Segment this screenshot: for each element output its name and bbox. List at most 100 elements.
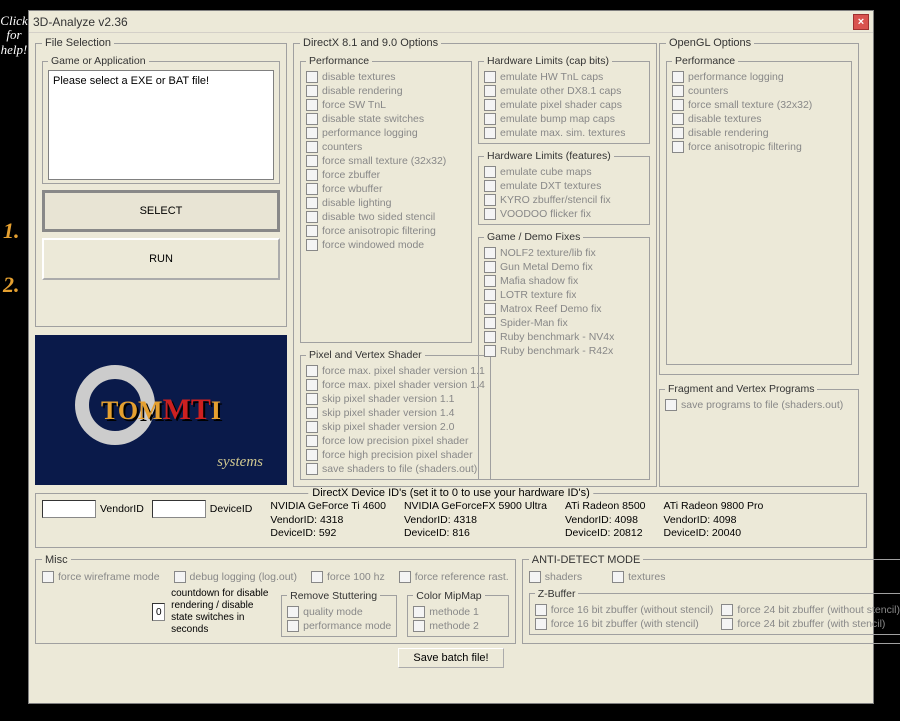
countdown-input[interactable]: 0 — [152, 603, 165, 621]
dx-perf-checkbox-9[interactable]: disable lighting — [306, 196, 466, 210]
dx-gamefix-checkbox-1[interactable]: Gun Metal Demo fix — [484, 260, 644, 274]
dx-pvs-checkbox-0[interactable]: force max. pixel shader version 1.1 — [306, 364, 485, 378]
dx-gamefix-checkbox-3[interactable]: LOTR texture fix — [484, 288, 644, 302]
dx-hwfeat-checkbox-2[interactable]: KYRO zbuffer/stencil fix — [484, 193, 644, 207]
dx-gamefix-checkbox-0[interactable]: NOLF2 texture/lib fix — [484, 246, 644, 260]
debug-log-checkbox[interactable]: debug logging (log.out) — [174, 570, 297, 584]
dx-perf-checkbox-4[interactable]: performance logging — [306, 126, 466, 140]
dx-hwcaps-checkbox-2[interactable]: emulate pixel shader caps — [484, 98, 644, 112]
checkbox-label: force anisotropic filtering — [688, 141, 802, 153]
main-window: 3D-Analyze v2.36 × File Selection Game o… — [28, 10, 874, 704]
dx-perf-checkbox-2[interactable]: force SW TnL — [306, 98, 466, 112]
save-batch-button[interactable]: Save batch file! — [398, 648, 503, 668]
run-button[interactable]: RUN — [42, 238, 280, 280]
dx-pvs-checkbox-2[interactable]: skip pixel shader version 1.1 — [306, 392, 485, 406]
gl-perf-checkbox-3[interactable]: disable textures — [672, 112, 846, 126]
dx-hwfeat-checkbox-0[interactable]: emulate cube maps — [484, 165, 644, 179]
dx-hwcaps-checkbox-1[interactable]: emulate other DX8.1 caps — [484, 84, 644, 98]
dx-hwfeat-checkbox-1[interactable]: emulate DXT textures — [484, 179, 644, 193]
stutter-legend: Remove Stuttering — [287, 590, 380, 602]
checkbox-label: methode 2 — [429, 620, 479, 632]
dx-pvs-checkbox-5[interactable]: force low precision pixel shader — [306, 434, 485, 448]
dx-hwfeat-checkbox-3[interactable]: VOODOO flicker fix — [484, 207, 644, 221]
checkbox-icon — [484, 317, 496, 329]
gl-frag-checkbox-0[interactable]: save programs to file (shaders.out) — [665, 398, 853, 412]
dx-gamefix-checkbox-6[interactable]: Ruby benchmark - NV4x — [484, 330, 644, 344]
gl-perf-checkbox-0[interactable]: performance logging — [672, 70, 846, 84]
checkbox-icon — [672, 127, 684, 139]
checkbox-label: force max. pixel shader version 1.4 — [322, 379, 485, 391]
logo-image: TOMMTI systems — [35, 335, 287, 485]
checkbox-label: disable rendering — [688, 127, 769, 139]
dx-perf-checkbox-0[interactable]: disable textures — [306, 70, 466, 84]
help-button[interactable]: Click for help! — [0, 10, 28, 61]
device-id-input[interactable] — [152, 500, 206, 518]
anti-shaders-checkbox[interactable]: shaders — [529, 570, 582, 584]
dx-perf-checkbox-5[interactable]: counters — [306, 140, 466, 154]
dx-pvs-checkbox-1[interactable]: force max. pixel shader version 1.4 — [306, 378, 485, 392]
vendor-id-label: VendorID — [100, 503, 144, 515]
dx-perf-checkbox-7[interactable]: force zbuffer — [306, 168, 466, 182]
dx-perf-legend: Performance — [306, 55, 372, 67]
dx-perf-checkbox-6[interactable]: force small texture (32x32) — [306, 154, 466, 168]
dx-perf-checkbox-12[interactable]: force windowed mode — [306, 238, 466, 252]
gl-perf-checkbox-2[interactable]: force small texture (32x32) — [672, 98, 846, 112]
stutter-checkbox-1[interactable]: performance mode — [287, 619, 391, 633]
checkbox-icon — [306, 435, 318, 447]
color-mipmap-group: Color MipMap methode 1methode 2 — [407, 590, 508, 637]
checkbox-label: VOODOO flicker fix — [500, 208, 591, 220]
checkbox-icon — [672, 141, 684, 153]
help-text-1: Click — [0, 14, 28, 28]
checkbox-icon — [535, 618, 547, 630]
checkbox-label: counters — [688, 85, 728, 97]
dx-gamefix-checkbox-2[interactable]: Mafia shadow fix — [484, 274, 644, 288]
checkbox-label: disable textures — [688, 113, 762, 125]
vendor-id-input[interactable] — [42, 500, 96, 518]
checkbox-icon — [721, 618, 733, 630]
wireframe-checkbox[interactable]: force wireframe mode — [42, 570, 160, 584]
dx-perf-checkbox-1[interactable]: disable rendering — [306, 84, 466, 98]
checkbox-label: counters — [322, 141, 362, 153]
device-card-0: NVIDIA GeForce Ti 4600VendorID: 4318Devi… — [270, 500, 386, 541]
ref-rast-checkbox[interactable]: force reference rast. — [399, 570, 509, 584]
zbuffer-checkbox-0[interactable]: force 16 bit zbuffer (without stencil) — [535, 603, 714, 617]
checkbox-icon — [306, 421, 318, 433]
dx-gamefix-checkbox-5[interactable]: Spider-Man fix — [484, 316, 644, 330]
gl-perf-checkbox-4[interactable]: disable rendering — [672, 126, 846, 140]
checkbox-icon — [306, 99, 318, 111]
dx-hwcaps-checkbox-4[interactable]: emulate max. sim. textures — [484, 126, 644, 140]
checkbox-label: disable textures — [322, 71, 396, 83]
checkbox-label: quality mode — [303, 606, 363, 618]
dx-gamefix-checkbox-4[interactable]: Matrox Reef Demo fix — [484, 302, 644, 316]
logo-subtext: systems — [217, 454, 263, 471]
close-button[interactable]: × — [853, 14, 869, 30]
stutter-checkbox-0[interactable]: quality mode — [287, 605, 391, 619]
checkbox-icon — [306, 449, 318, 461]
checkbox-icon — [672, 85, 684, 97]
dx-perf-checkbox-10[interactable]: disable two sided stencil — [306, 210, 466, 224]
force-100hz-checkbox[interactable]: force 100 hz — [311, 570, 385, 584]
dx-pvs-checkbox-4[interactable]: skip pixel shader version 2.0 — [306, 420, 485, 434]
anti-textures-checkbox[interactable]: textures — [612, 570, 665, 584]
dx-hwcaps-checkbox-0[interactable]: emulate HW TnL caps — [484, 70, 644, 84]
mipmap-checkbox-0[interactable]: methode 1 — [413, 605, 502, 619]
gl-perf-checkbox-5[interactable]: force anisotropic filtering — [672, 140, 846, 154]
dx-pvs-checkbox-3[interactable]: skip pixel shader version 1.4 — [306, 406, 485, 420]
zbuffer-checkbox-3[interactable]: force 24 bit zbuffer (with stencil) — [721, 617, 900, 631]
select-button[interactable]: SELECT — [42, 190, 280, 232]
dx-gamefix-checkbox-7[interactable]: Ruby benchmark - R42x — [484, 344, 644, 358]
pvs-legend: Pixel and Vertex Shader — [306, 349, 425, 361]
dx-perf-checkbox-11[interactable]: force anisotropic filtering — [306, 224, 466, 238]
checkbox-icon — [484, 71, 496, 83]
dx-perf-checkbox-8[interactable]: force wbuffer — [306, 182, 466, 196]
zbuffer-checkbox-1[interactable]: force 24 bit zbuffer (without stencil) — [721, 603, 900, 617]
checkbox-label: force windowed mode — [322, 239, 424, 251]
mipmap-checkbox-1[interactable]: methode 2 — [413, 619, 502, 633]
dx-pvs-checkbox-7[interactable]: save shaders to file (shaders.out) — [306, 462, 485, 476]
dx-hwcaps-checkbox-3[interactable]: emulate bump map caps — [484, 112, 644, 126]
zbuffer-checkbox-2[interactable]: force 16 bit zbuffer (with stencil) — [535, 617, 714, 631]
gl-perf-checkbox-1[interactable]: counters — [672, 84, 846, 98]
checkbox-icon — [535, 604, 547, 616]
dx-perf-checkbox-3[interactable]: disable state switches — [306, 112, 466, 126]
dx-pvs-checkbox-6[interactable]: force high precision pixel shader — [306, 448, 485, 462]
